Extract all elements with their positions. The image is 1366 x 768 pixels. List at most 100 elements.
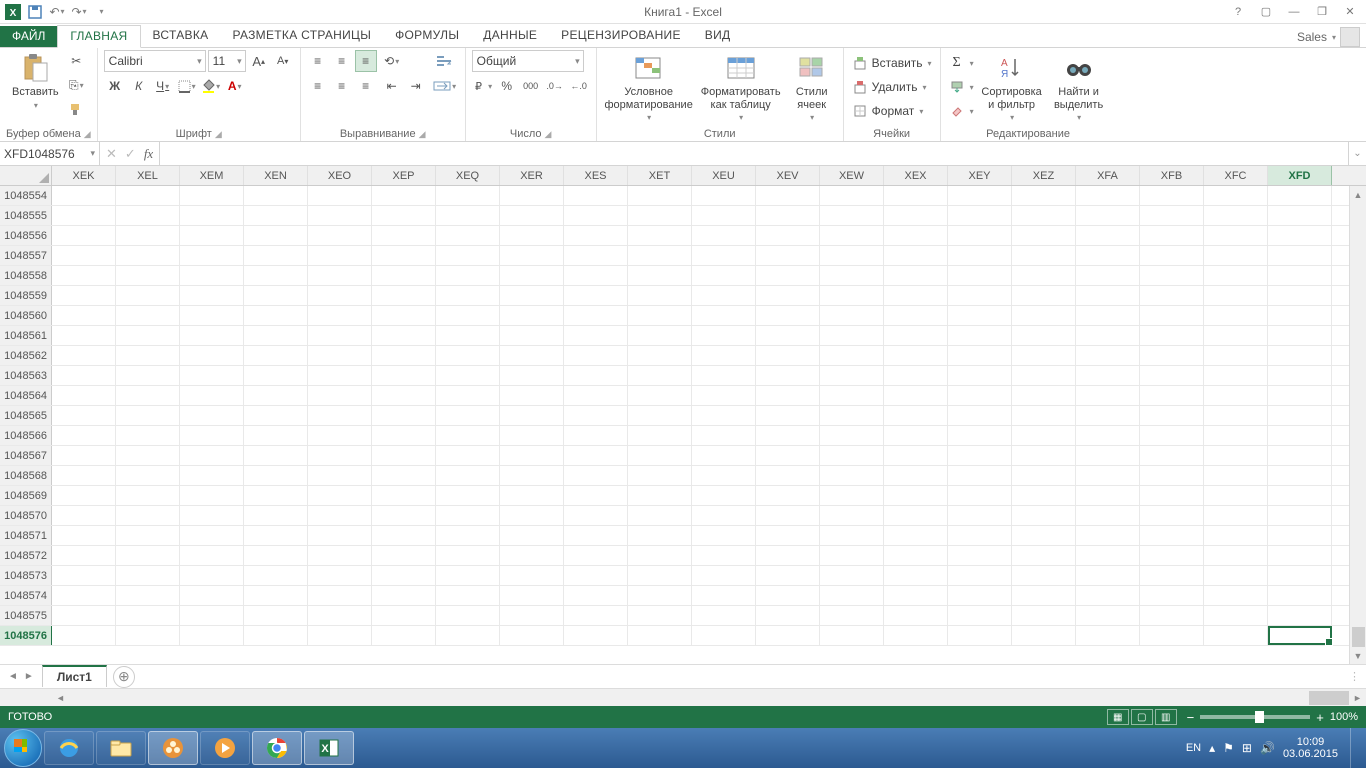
row-header[interactable]: 1048558 — [0, 266, 52, 285]
cell[interactable] — [692, 226, 756, 245]
insert-cells-button[interactable]: Вставить ▾ — [850, 52, 934, 74]
cell[interactable] — [1012, 226, 1076, 245]
cell[interactable] — [948, 486, 1012, 505]
cell[interactable] — [884, 386, 948, 405]
cell[interactable] — [372, 586, 436, 605]
cell[interactable] — [820, 246, 884, 265]
cell[interactable] — [180, 586, 244, 605]
cell[interactable] — [1268, 366, 1332, 385]
cell[interactable] — [564, 286, 628, 305]
taskbar-app-1[interactable] — [148, 731, 198, 765]
cell[interactable] — [1012, 266, 1076, 285]
cell[interactable] — [1268, 586, 1332, 605]
cell[interactable] — [52, 586, 116, 605]
cell[interactable] — [692, 506, 756, 525]
cell[interactable] — [308, 346, 372, 365]
cell[interactable] — [820, 226, 884, 245]
cell[interactable] — [692, 606, 756, 625]
cell[interactable] — [244, 626, 308, 645]
cell[interactable] — [1012, 486, 1076, 505]
cell[interactable] — [884, 566, 948, 585]
cell[interactable] — [180, 406, 244, 425]
cell[interactable] — [820, 506, 884, 525]
cell[interactable] — [564, 226, 628, 245]
cell[interactable] — [1012, 306, 1076, 325]
cell[interactable] — [564, 426, 628, 445]
cell[interactable] — [820, 406, 884, 425]
cell[interactable] — [692, 626, 756, 645]
cell[interactable] — [500, 326, 564, 345]
cell[interactable] — [1012, 286, 1076, 305]
cell[interactable] — [500, 266, 564, 285]
cell[interactable] — [52, 606, 116, 625]
cell[interactable] — [436, 246, 500, 265]
cell[interactable] — [692, 386, 756, 405]
cell[interactable] — [948, 186, 1012, 205]
cell[interactable] — [692, 346, 756, 365]
cell[interactable] — [564, 306, 628, 325]
number-launcher-icon[interactable]: ◢ — [545, 129, 552, 140]
cell[interactable] — [52, 206, 116, 225]
select-all-corner[interactable] — [0, 166, 52, 185]
cell[interactable] — [308, 586, 372, 605]
delete-cells-button[interactable]: Удалить ▾ — [850, 76, 934, 98]
qat-customize-icon[interactable]: ▾ — [92, 3, 110, 21]
cell[interactable] — [308, 426, 372, 445]
cell[interactable] — [628, 286, 692, 305]
cell[interactable] — [1204, 606, 1268, 625]
increase-font-button[interactable]: A▴ — [248, 50, 270, 72]
cell[interactable] — [500, 346, 564, 365]
cell[interactable] — [116, 386, 180, 405]
cell[interactable] — [1012, 546, 1076, 565]
cell[interactable] — [244, 446, 308, 465]
cell[interactable] — [756, 366, 820, 385]
row-header[interactable]: 1048566 — [0, 426, 52, 445]
cell[interactable] — [436, 206, 500, 225]
cell[interactable] — [1268, 286, 1332, 305]
cell[interactable] — [180, 286, 244, 305]
tab-формулы[interactable]: ФОРМУЛЫ — [383, 25, 471, 47]
cell[interactable] — [628, 426, 692, 445]
cell[interactable] — [308, 366, 372, 385]
cell[interactable] — [948, 266, 1012, 285]
cell[interactable] — [628, 326, 692, 345]
cell[interactable] — [1012, 406, 1076, 425]
cell[interactable] — [1076, 446, 1140, 465]
autosum-button[interactable]: Σ▾ — [947, 52, 976, 74]
format-painter-button[interactable] — [65, 98, 87, 120]
cell[interactable] — [948, 566, 1012, 585]
cell[interactable] — [756, 526, 820, 545]
cell[interactable] — [1140, 306, 1204, 325]
cell[interactable] — [244, 586, 308, 605]
cell[interactable] — [564, 366, 628, 385]
cell[interactable] — [500, 446, 564, 465]
cell[interactable] — [564, 206, 628, 225]
taskbar-media-player[interactable] — [200, 731, 250, 765]
cell[interactable] — [1076, 426, 1140, 445]
cell[interactable] — [628, 346, 692, 365]
borders-button[interactable]: ▾ — [176, 75, 198, 97]
cell[interactable] — [1076, 606, 1140, 625]
cell[interactable] — [948, 226, 1012, 245]
cell[interactable] — [116, 606, 180, 625]
cell[interactable] — [52, 466, 116, 485]
cell[interactable] — [436, 586, 500, 605]
zoom-in-button[interactable]: + — [1316, 710, 1324, 725]
cell[interactable] — [372, 246, 436, 265]
increase-decimal-button[interactable]: .0→ — [544, 75, 566, 97]
cell[interactable] — [1204, 566, 1268, 585]
cell[interactable] — [756, 326, 820, 345]
cell[interactable] — [628, 546, 692, 565]
fill-button[interactable]: ▾ — [947, 76, 976, 98]
cell[interactable] — [436, 406, 500, 425]
column-header[interactable]: XEU — [692, 166, 756, 185]
cell[interactable] — [244, 186, 308, 205]
tab-главная[interactable]: ГЛАВНАЯ — [57, 25, 140, 48]
cell[interactable] — [180, 346, 244, 365]
cell[interactable] — [116, 346, 180, 365]
cell[interactable] — [1140, 426, 1204, 445]
cell[interactable] — [1204, 546, 1268, 565]
cell[interactable] — [948, 306, 1012, 325]
tab-данные[interactable]: ДАННЫЕ — [471, 25, 549, 47]
cell[interactable] — [756, 626, 820, 645]
